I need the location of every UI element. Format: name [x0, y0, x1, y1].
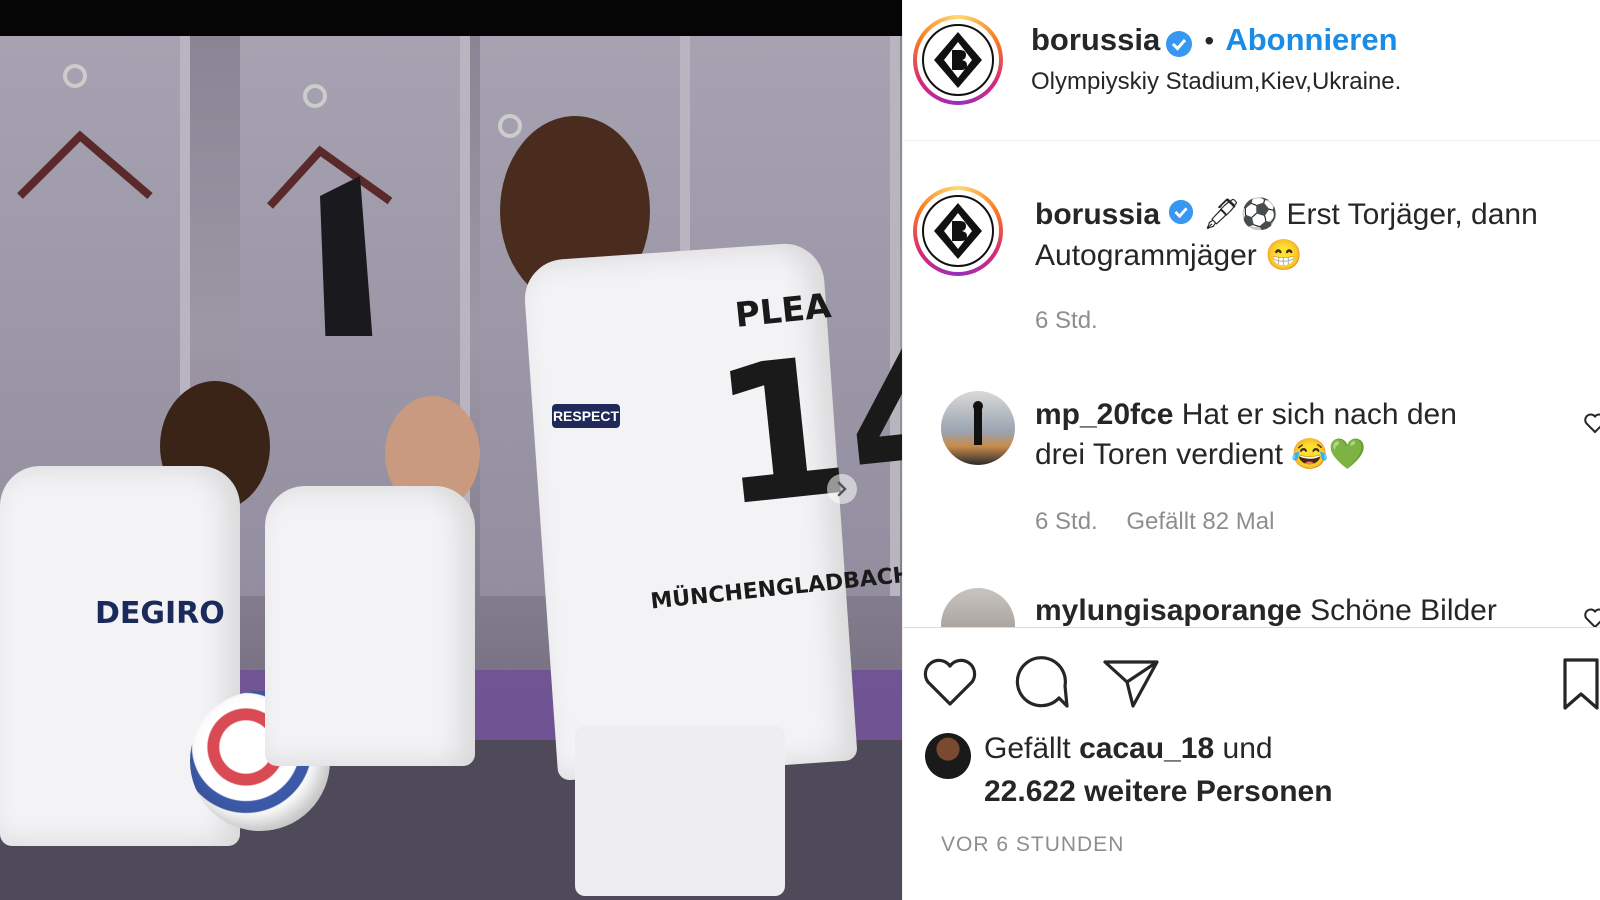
save-button[interactable] [1561, 656, 1600, 716]
liker-username[interactable]: cacau_18 [1079, 732, 1214, 765]
comment-text: mp_20fce Hat er sich nach den drei Toren… [1035, 395, 1555, 475]
comment-line1: Schöne Bilder [1310, 594, 1497, 627]
post-timestamp[interactable]: VOR 6 STUNDEN [941, 833, 1124, 857]
post-detail-panel: borussia • Abonnieren Olympiyskiy Stadiu… [902, 0, 1600, 900]
comment-username[interactable]: mylungisaporange [1035, 594, 1302, 627]
paper-plane-icon [1103, 660, 1159, 708]
verified-badge-icon [1165, 30, 1193, 62]
post-header: borussia • Abonnieren Olympiyskiy Stadiu… [903, 0, 1600, 141]
verified-badge-icon [1168, 196, 1194, 236]
heart-icon [1584, 608, 1600, 627]
comment-like-button[interactable] [1583, 606, 1600, 627]
caption-emoji-end: 😁 [1265, 239, 1303, 273]
comment-emojis: 😂💚 [1291, 438, 1366, 471]
share-button[interactable] [1101, 656, 1161, 714]
player-jersey [265, 486, 475, 766]
player-number: 14 [704, 301, 902, 550]
comment-line1: Hat er sich nach den [1181, 398, 1457, 431]
post-photo: DEGIRO PLEA 14 MÜNCHENGLADBACH RESPECT [0, 36, 902, 900]
comment-button[interactable] [1011, 656, 1069, 714]
comment-username[interactable]: mp_20fce [1035, 398, 1173, 431]
header-separator: • [1204, 25, 1215, 56]
sponsor-text: DEGIRO [95, 596, 225, 631]
liker-avatar[interactable] [925, 733, 971, 779]
player-shorts [575, 726, 785, 896]
comment-time[interactable]: 6 Std. [1035, 508, 1098, 535]
caption-time[interactable]: 6 Std. [1035, 307, 1098, 335]
next-photo-button[interactable] [827, 474, 857, 504]
post-photo-panel: DEGIRO PLEA 14 MÜNCHENGLADBACH RESPECT [0, 0, 902, 900]
author-username[interactable]: borussia [1031, 22, 1160, 57]
like-button[interactable] [921, 656, 979, 712]
club-crest-icon [922, 24, 994, 96]
comment-like-button[interactable] [1583, 411, 1600, 439]
respect-patch: RESPECT [552, 404, 620, 428]
caption-username[interactable]: borussia [1035, 198, 1160, 231]
heart-icon [1584, 413, 1600, 434]
silhouette-icon [973, 401, 983, 445]
likes-conj: und [1222, 732, 1273, 765]
post-caption: borussia 🖋⚽ Erst Torjäger, dann Autogram… [1035, 195, 1595, 276]
comment-meta: 6 Std. Gefällt 82 Mal [1035, 508, 1274, 536]
comments-section[interactable]: borussia 🖋⚽ Erst Torjäger, dann Autogram… [903, 141, 1600, 628]
club-crest-icon [922, 195, 994, 267]
bookmark-icon [1563, 658, 1599, 710]
chevron-right-icon [837, 481, 847, 497]
photo-top-bar [0, 0, 902, 36]
comment-bubble-icon [1015, 656, 1069, 708]
author-avatar[interactable] [913, 15, 1003, 105]
caption-emojis: 🖋⚽ [1202, 198, 1279, 231]
caption-text-line1: Erst Torjäger, dann [1286, 198, 1538, 231]
likes-summary: Gefällt cacau_18 und [984, 732, 1273, 766]
caption-text-line2: Autogrammjäger [1035, 239, 1257, 273]
likes-count[interactable]: 22.622 weitere Personen [984, 775, 1333, 809]
comment-likes[interactable]: Gefällt 82 Mal [1126, 508, 1274, 535]
post-location[interactable]: Olympiyskiy Stadium,Kiev,Ukraine. [1031, 68, 1401, 96]
follow-button[interactable]: Abonnieren [1225, 22, 1397, 58]
heart-icon [923, 658, 977, 706]
likes-prefix: Gefällt [984, 732, 1071, 765]
caption-author-avatar[interactable] [913, 186, 1003, 276]
comment-line2: drei Toren verdient [1035, 438, 1283, 471]
commenter-avatar[interactable] [941, 391, 1015, 465]
commenter-avatar[interactable] [941, 588, 1015, 627]
post-action-bar [903, 650, 1600, 714]
comment-text: mylungisaporange Schöne Bilder [1035, 591, 1497, 627]
